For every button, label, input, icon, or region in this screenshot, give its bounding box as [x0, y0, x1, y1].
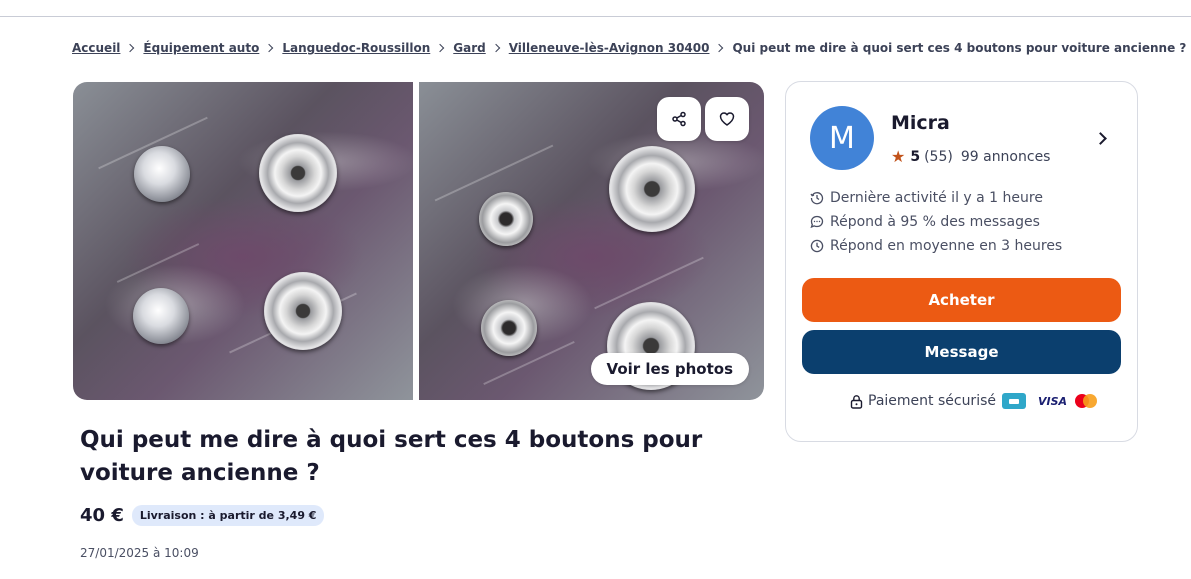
secure-payment-label: Paiement sécurisé: [868, 393, 996, 409]
stat-last-activity: Dernière activité il y a 1 heure: [810, 186, 1062, 210]
breadcrumb-current: Qui peut me dire à quoi sert ces 4 bouto…: [732, 41, 1187, 55]
message-button[interactable]: Message: [802, 330, 1121, 374]
breadcrumb-department[interactable]: Gard: [453, 41, 485, 55]
stat-response-time-text: Répond en moyenne en 3 heures: [830, 238, 1063, 254]
share-icon: [672, 111, 686, 127]
seller-stats: Dernière activité il y a 1 heure Répond …: [810, 186, 1062, 258]
payment-methods: VISA: [1002, 393, 1098, 409]
visa-icon: VISA: [1038, 394, 1068, 408]
see-photos-button[interactable]: Voir les photos: [590, 353, 749, 385]
price-row: 40 € Livraison : à partir de 3,49 €: [80, 505, 325, 526]
chevron-right-icon: [436, 43, 445, 53]
chevron-right-icon[interactable]: [1094, 132, 1107, 145]
seller-name[interactable]: Micra: [891, 112, 950, 134]
listing-date: 27/01/2025 à 10:09: [80, 546, 199, 560]
breadcrumb: Accueil Équipement auto Languedoc-Roussi…: [72, 41, 1186, 55]
seller-rating: ★ 5 (55) 99 annonces: [891, 147, 1050, 166]
seller-card: M Micra ★ 5 (55) 99 annonces Dernière ac…: [785, 81, 1138, 442]
rating-count: (55): [924, 148, 953, 165]
chevron-right-icon: [265, 43, 274, 53]
header-divider: [0, 16, 1191, 17]
chevron-right-icon: [715, 43, 724, 53]
breadcrumb-region[interactable]: Languedoc-Roussillon: [282, 41, 430, 55]
secure-payment: Paiement sécurisé VISA: [850, 393, 1098, 409]
breadcrumb-category[interactable]: Équipement auto: [143, 41, 259, 55]
star-icon: ★: [891, 147, 906, 166]
seller-listings-count: 99 annonces: [960, 148, 1051, 165]
delivery-badge: Livraison : à partir de 3,49 €: [131, 505, 325, 526]
cb-card-icon: [1002, 393, 1026, 409]
listing-photo-2[interactable]: Voir les photos: [419, 82, 764, 400]
avatar[interactable]: M: [810, 106, 874, 170]
history-icon: [810, 192, 824, 205]
favorite-button[interactable]: [705, 97, 749, 141]
stat-response-rate-text: Répond à 95 % des messages: [830, 214, 1040, 230]
stat-response-time: Répond en moyenne en 3 heures: [810, 234, 1062, 258]
stat-last-activity-text: Dernière activité il y a 1 heure: [830, 190, 1043, 206]
share-button[interactable]: [657, 97, 701, 141]
breadcrumb-home[interactable]: Accueil: [72, 41, 120, 55]
rating-score: 5: [910, 148, 921, 165]
chevron-right-icon: [491, 43, 500, 53]
chevron-right-icon: [126, 43, 135, 53]
listing-title: Qui peut me dire à quoi sert ces 4 bouto…: [80, 427, 703, 486]
lock-icon: [850, 394, 863, 409]
heart-icon: [719, 112, 735, 126]
breadcrumb-city[interactable]: Villeneuve-lès-Avignon 30400: [509, 41, 710, 55]
photo-gallery[interactable]: Voir les photos: [73, 82, 764, 400]
listing-price: 40 €: [80, 505, 124, 526]
mastercard-icon: [1075, 394, 1098, 408]
buy-button[interactable]: Acheter: [802, 278, 1121, 322]
stat-response-rate: Répond à 95 % des messages: [810, 210, 1062, 234]
listing-photo-1[interactable]: [73, 82, 413, 400]
chat-bubble-icon: [810, 215, 824, 229]
clock-icon: [810, 239, 824, 253]
